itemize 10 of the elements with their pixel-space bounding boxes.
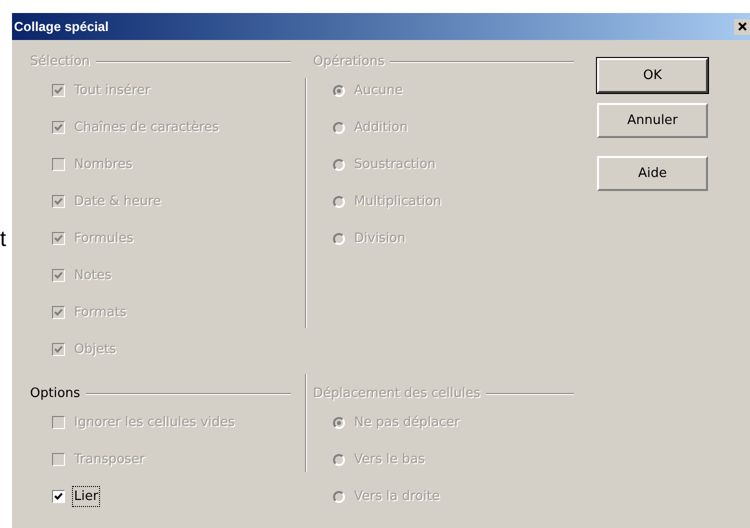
dialog-button[interactable]: Annuler (597, 103, 708, 138)
window-title: Collage spécial (14, 18, 109, 36)
checkbox-label: Lier (73, 486, 100, 506)
group-title: Options (30, 385, 80, 404)
dialog-button[interactable]: Aide (597, 156, 708, 191)
checkbox[interactable] (52, 490, 65, 503)
dialog-button[interactable]: OK (597, 58, 708, 93)
close-button[interactable] (734, 18, 750, 34)
background-text: t (0, 228, 8, 250)
close-icon (738, 22, 746, 31)
